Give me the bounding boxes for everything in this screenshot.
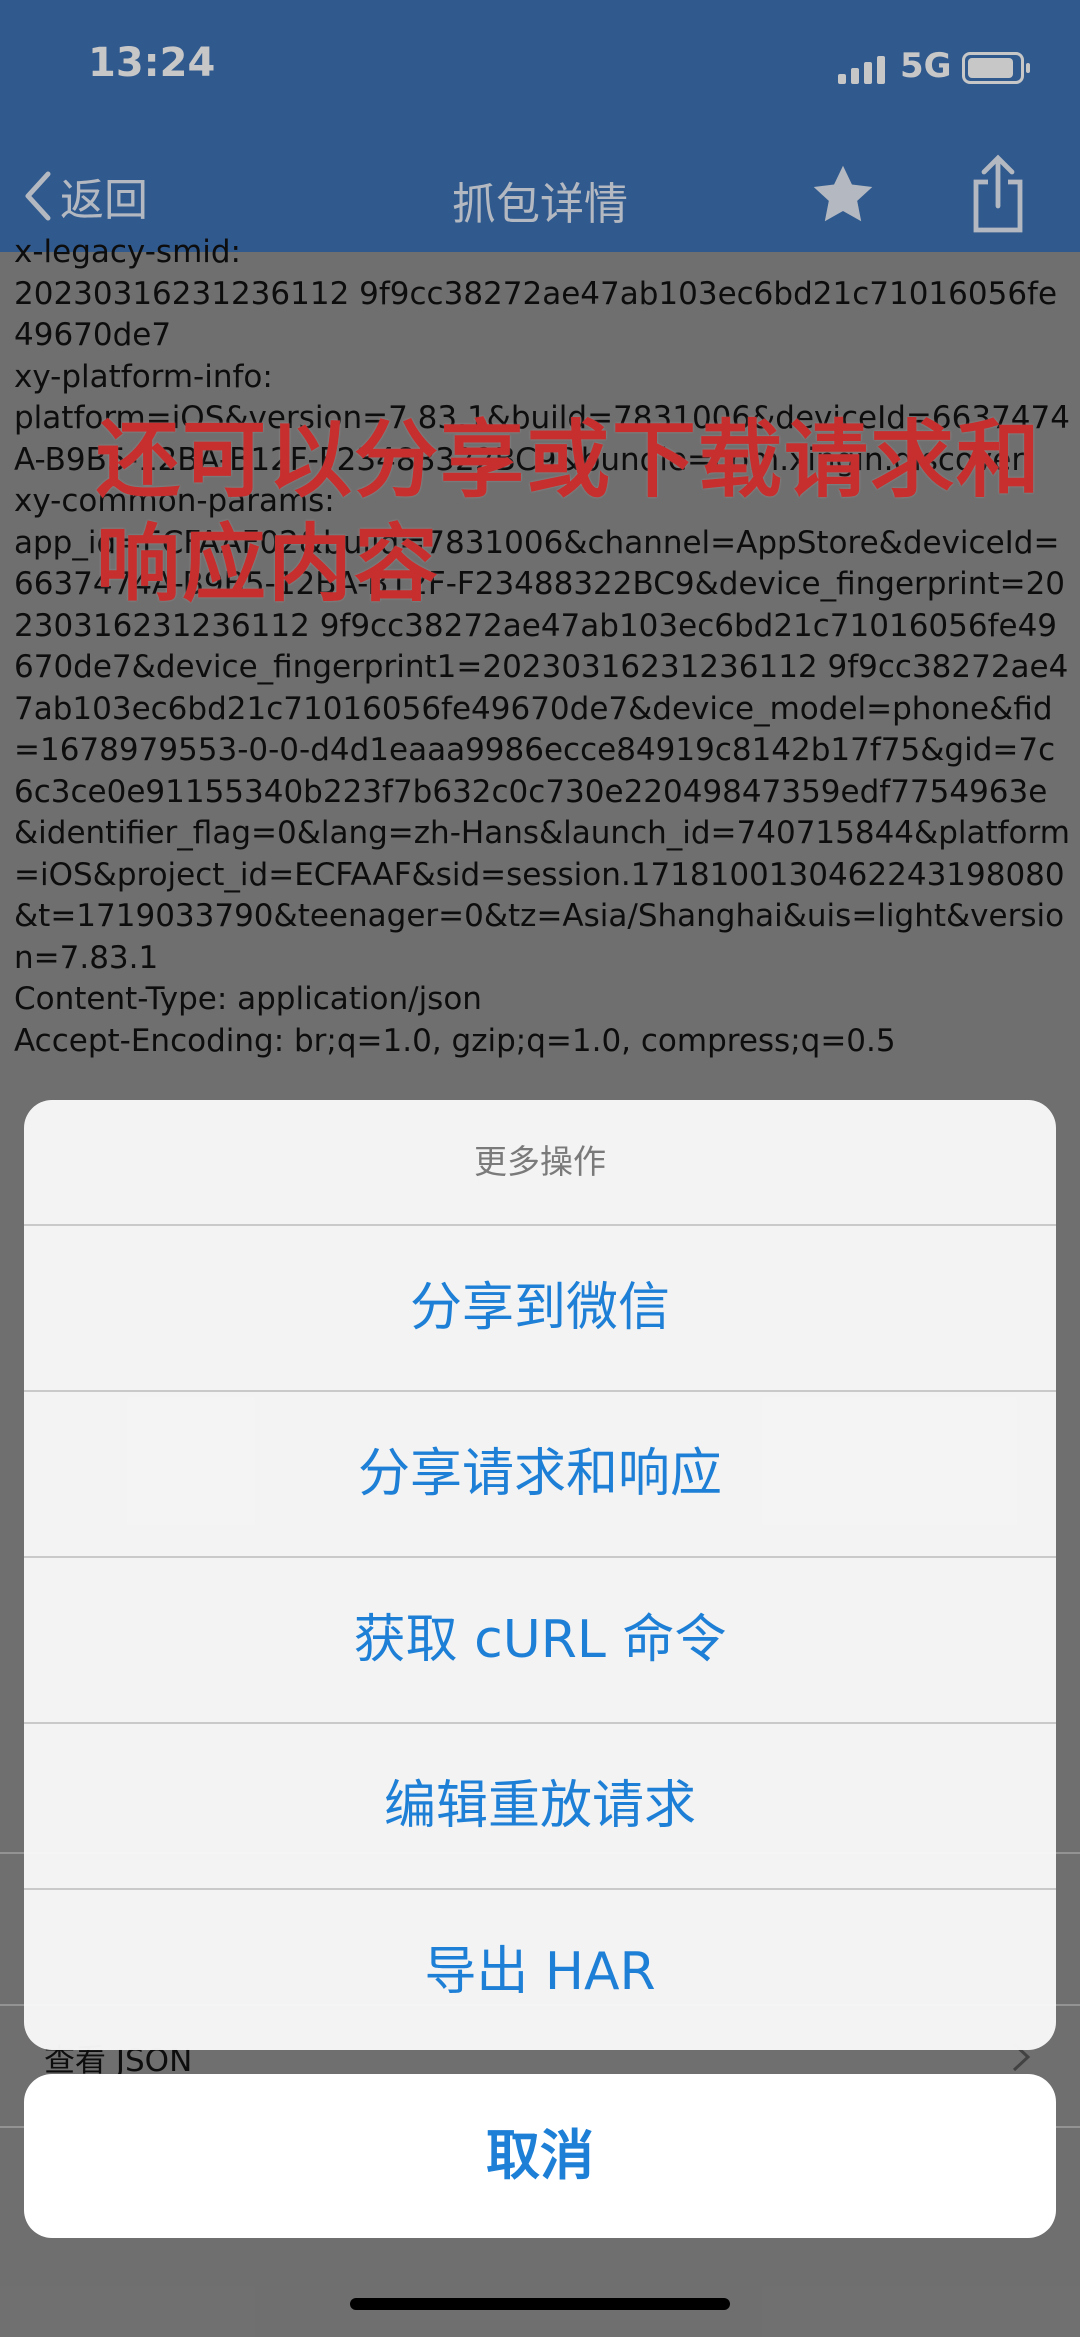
action-sheet-title: 更多操作	[24, 1100, 1056, 1226]
home-indicator	[350, 2298, 730, 2310]
export-har-button[interactable]: 导出 HAR	[24, 1890, 1056, 2050]
edit-replay-request-button[interactable]: 编辑重放请求	[24, 1724, 1056, 1890]
cancel-button[interactable]: 取消	[24, 2074, 1056, 2238]
share-to-wechat-button[interactable]: 分享到微信	[24, 1226, 1056, 1392]
share-request-response-button[interactable]: 分享请求和响应	[24, 1392, 1056, 1558]
get-curl-command-button[interactable]: 获取 cURL 命令	[24, 1558, 1056, 1724]
action-sheet: 更多操作 分享到微信 分享请求和响应 获取 cURL 命令 编辑重放请求 导出 …	[24, 1100, 1056, 2050]
